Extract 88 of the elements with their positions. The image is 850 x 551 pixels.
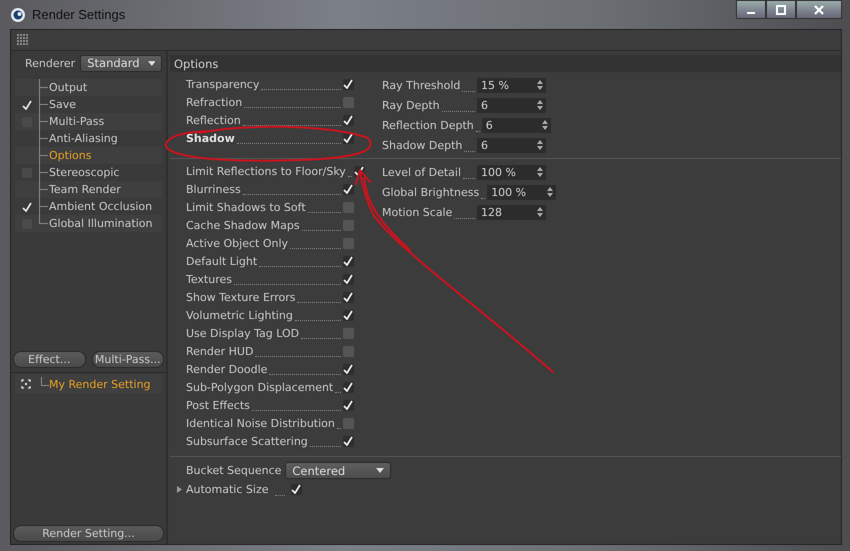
spinner-arrows-icon[interactable] (537, 167, 543, 177)
checkbox[interactable] (343, 418, 354, 428)
option-label: Limit Shadows to Soft (186, 200, 306, 214)
option-label: Transparency (186, 78, 260, 90)
checkbox[interactable] (343, 346, 354, 356)
tree-item[interactable]: Ambient Occlusion (49, 200, 152, 213)
checkbox[interactable] (343, 364, 354, 374)
expand-arrow-icon[interactable] (177, 486, 182, 493)
field-label: Ray Depth (382, 98, 440, 112)
field-label: Reflection Depth (382, 118, 474, 132)
tree-item[interactable]: Stereoscopic (49, 166, 120, 179)
checkbox[interactable] (343, 78, 354, 90)
option-label: Render HUD (186, 344, 254, 358)
checkbox[interactable] (343, 220, 354, 230)
checkbox[interactable] (343, 310, 354, 320)
spinner-arrows-icon[interactable] (542, 120, 548, 130)
caret-icon (148, 60, 156, 66)
checkbox[interactable] (290, 484, 302, 495)
option-label: Identical Noise Distribution (186, 416, 335, 430)
checkbox[interactable] (343, 202, 354, 212)
tree-item[interactable]: Anti-Aliasing (49, 132, 118, 145)
spinner-arrows-icon[interactable] (537, 80, 543, 90)
checkbox[interactable] (343, 184, 354, 194)
window-title: Render Settings (32, 7, 126, 22)
field-label: Level of Detail (382, 166, 462, 178)
checkbox[interactable] (22, 202, 32, 212)
checkbox[interactable] (343, 238, 354, 248)
checkbox[interactable] (343, 328, 354, 338)
checkbox[interactable] (22, 100, 32, 110)
number-field[interactable]: 15 % (477, 78, 546, 92)
option-label: Textures (186, 272, 232, 286)
number-field[interactable]: 6 (477, 98, 546, 112)
option-label: Automatic Size (186, 483, 268, 496)
number-field[interactable]: 128 (477, 204, 546, 220)
option-label: Render Doodle (186, 362, 268, 376)
option-label: Subsurface Scattering (186, 434, 308, 448)
number-field[interactable]: 6 (477, 138, 546, 152)
minimize-button[interactable] (736, 0, 766, 19)
render-setting-button[interactable]: Render Setting... (13, 525, 164, 542)
option-label: Refraction (186, 96, 242, 108)
option-label: Volumetric Lighting (186, 308, 293, 322)
section-title: Options (174, 56, 218, 70)
field-label: Shadow Depth (382, 138, 462, 152)
option-label: Active Object Only (186, 236, 288, 250)
checkbox[interactable] (343, 400, 354, 410)
app-logo-icon (10, 6, 26, 22)
field-label: Bucket Sequence (186, 464, 282, 477)
option-label: Shadow (186, 132, 235, 144)
close-button[interactable] (796, 0, 842, 19)
field-label: Global Brightness (382, 186, 480, 198)
option-label: Reflection (186, 114, 241, 126)
option-label: Show Texture Errors (186, 290, 296, 304)
spinner-arrows-icon[interactable] (547, 187, 554, 197)
option-label: Blurriness (186, 182, 241, 196)
option-label: Cache Shadow Maps (186, 218, 300, 232)
checkbox[interactable] (343, 114, 354, 126)
spinner-arrows-icon[interactable] (537, 100, 543, 110)
checkbox[interactable] (343, 382, 354, 392)
spinner-arrows-icon[interactable] (537, 140, 543, 150)
maximize-button[interactable] (766, 0, 796, 19)
field-label: Motion Scale (382, 206, 452, 218)
number-field[interactable]: 6 (482, 118, 551, 132)
option-label: Default Light (186, 254, 258, 268)
checkbox[interactable] (343, 274, 354, 284)
checkbox[interactable] (343, 256, 354, 266)
tree-item[interactable]: Save (49, 98, 76, 111)
sidebar-button[interactable]: Effect... (13, 351, 86, 368)
renderer-label: Renderer (25, 56, 76, 70)
checkbox[interactable] (343, 96, 354, 108)
option-label: Limit Reflections to Floor/Sky (186, 164, 346, 178)
option-label: Post Effects (186, 398, 250, 412)
field-label: Ray Threshold (382, 78, 460, 92)
close-icon (813, 4, 825, 16)
minimize-icon (747, 12, 755, 14)
grip-icon[interactable] (17, 34, 29, 46)
maximize-icon (775, 4, 787, 16)
option-label: Use Display Tag LOD (186, 326, 300, 340)
renderer-dropdown[interactable]: Standard (80, 54, 162, 72)
number-field[interactable]: 100 % (477, 164, 546, 180)
bucket-sequence-dropdown[interactable]: Centered (285, 462, 392, 479)
focus-icon (21, 379, 31, 389)
caret-icon (376, 468, 384, 473)
option-label: Sub-Polygon Displacement (186, 380, 334, 394)
checkbox[interactable] (343, 292, 354, 302)
checkbox[interactable] (343, 436, 354, 446)
sidebar-button[interactable]: Multi-Pass... (92, 351, 164, 368)
number-field[interactable]: 100 % (487, 184, 556, 200)
spinner-arrows-icon[interactable] (537, 207, 543, 217)
